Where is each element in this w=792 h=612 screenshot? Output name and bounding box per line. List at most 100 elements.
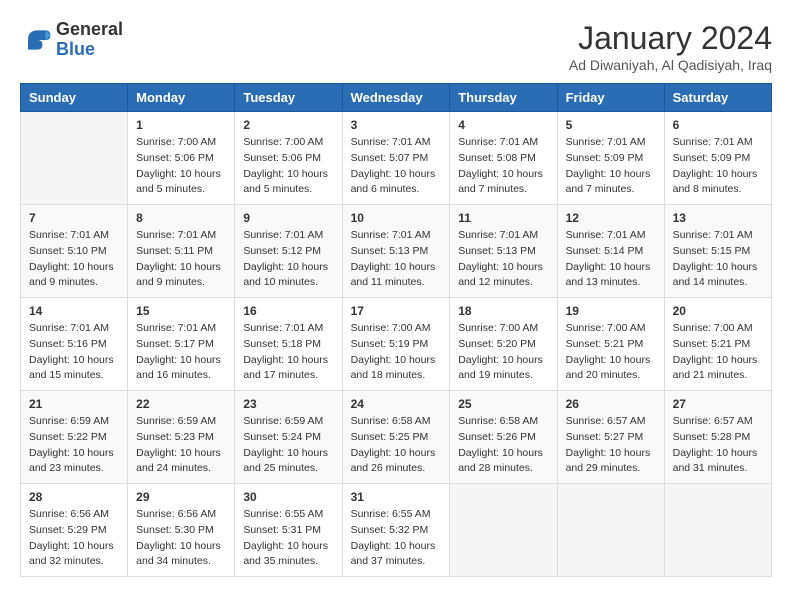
calendar-day-cell: 6 Sunrise: 7:01 AM Sunset: 5:09 PM Dayli… (664, 112, 771, 205)
day-info: Sunrise: 7:01 AM Sunset: 5:09 PM Dayligh… (566, 135, 656, 198)
sunset-text: Sunset: 5:30 PM (136, 524, 214, 536)
daylight-text: Daylight: 10 hours and 31 minutes. (673, 447, 758, 475)
daylight-text: Daylight: 10 hours and 32 minutes. (29, 540, 114, 568)
daylight-text: Daylight: 10 hours and 8 minutes. (673, 168, 758, 196)
sunset-text: Sunset: 5:21 PM (566, 338, 644, 350)
calendar-week-row: 7 Sunrise: 7:01 AM Sunset: 5:10 PM Dayli… (21, 205, 772, 298)
daylight-text: Daylight: 10 hours and 24 minutes. (136, 447, 221, 475)
sunrise-text: Sunrise: 7:00 AM (136, 136, 216, 148)
calendar-week-row: 1 Sunrise: 7:00 AM Sunset: 5:06 PM Dayli… (21, 112, 772, 205)
day-info: Sunrise: 7:01 AM Sunset: 5:18 PM Dayligh… (243, 321, 333, 384)
day-number: 19 (566, 304, 656, 318)
calendar-day-cell: 31 Sunrise: 6:55 AM Sunset: 5:32 PM Dayl… (342, 484, 450, 577)
day-info: Sunrise: 7:00 AM Sunset: 5:19 PM Dayligh… (351, 321, 442, 384)
day-number: 18 (458, 304, 548, 318)
calendar-day-cell: 5 Sunrise: 7:01 AM Sunset: 5:09 PM Dayli… (557, 112, 664, 205)
sunset-text: Sunset: 5:14 PM (566, 245, 644, 257)
sunset-text: Sunset: 5:21 PM (673, 338, 751, 350)
day-info: Sunrise: 7:01 AM Sunset: 5:16 PM Dayligh… (29, 321, 119, 384)
sunrise-text: Sunrise: 7:01 AM (458, 136, 538, 148)
day-number: 6 (673, 118, 763, 132)
calendar-day-cell (21, 112, 128, 205)
day-info: Sunrise: 7:01 AM Sunset: 5:11 PM Dayligh… (136, 228, 226, 291)
daylight-text: Daylight: 10 hours and 20 minutes. (566, 354, 651, 382)
day-number: 1 (136, 118, 226, 132)
logo: General Blue (20, 20, 123, 60)
day-info: Sunrise: 6:59 AM Sunset: 5:24 PM Dayligh… (243, 414, 333, 477)
weekday-header: Sunday (21, 84, 128, 112)
sunset-text: Sunset: 5:28 PM (673, 431, 751, 443)
calendar-day-cell: 2 Sunrise: 7:00 AM Sunset: 5:06 PM Dayli… (235, 112, 342, 205)
calendar-day-cell: 23 Sunrise: 6:59 AM Sunset: 5:24 PM Dayl… (235, 391, 342, 484)
day-info: Sunrise: 7:01 AM Sunset: 5:09 PM Dayligh… (673, 135, 763, 198)
calendar-day-cell: 29 Sunrise: 6:56 AM Sunset: 5:30 PM Dayl… (128, 484, 235, 577)
calendar-day-cell: 1 Sunrise: 7:00 AM Sunset: 5:06 PM Dayli… (128, 112, 235, 205)
daylight-text: Daylight: 10 hours and 6 minutes. (351, 168, 436, 196)
daylight-text: Daylight: 10 hours and 37 minutes. (351, 540, 436, 568)
calendar-day-cell: 19 Sunrise: 7:00 AM Sunset: 5:21 PM Dayl… (557, 298, 664, 391)
day-info: Sunrise: 7:00 AM Sunset: 5:06 PM Dayligh… (243, 135, 333, 198)
logo-line2: Blue (56, 40, 123, 60)
weekday-header: Saturday (664, 84, 771, 112)
calendar-day-cell: 11 Sunrise: 7:01 AM Sunset: 5:13 PM Dayl… (450, 205, 557, 298)
calendar-day-cell: 16 Sunrise: 7:01 AM Sunset: 5:18 PM Dayl… (235, 298, 342, 391)
day-number: 15 (136, 304, 226, 318)
sunrise-text: Sunrise: 6:59 AM (29, 415, 109, 427)
day-info: Sunrise: 7:01 AM Sunset: 5:10 PM Dayligh… (29, 228, 119, 291)
sunrise-text: Sunrise: 6:59 AM (243, 415, 323, 427)
day-info: Sunrise: 7:01 AM Sunset: 5:14 PM Dayligh… (566, 228, 656, 291)
sunrise-text: Sunrise: 7:01 AM (351, 136, 431, 148)
sunrise-text: Sunrise: 6:59 AM (136, 415, 216, 427)
calendar-day-cell: 24 Sunrise: 6:58 AM Sunset: 5:25 PM Dayl… (342, 391, 450, 484)
sunrise-text: Sunrise: 7:01 AM (566, 229, 646, 241)
sunrise-text: Sunrise: 7:00 AM (458, 322, 538, 334)
day-info: Sunrise: 7:01 AM Sunset: 5:12 PM Dayligh… (243, 228, 333, 291)
calendar-day-cell: 3 Sunrise: 7:01 AM Sunset: 5:07 PM Dayli… (342, 112, 450, 205)
daylight-text: Daylight: 10 hours and 34 minutes. (136, 540, 221, 568)
day-number: 4 (458, 118, 548, 132)
sunset-text: Sunset: 5:16 PM (29, 338, 107, 350)
sunrise-text: Sunrise: 7:00 AM (351, 322, 431, 334)
weekday-header: Tuesday (235, 84, 342, 112)
calendar-day-cell: 8 Sunrise: 7:01 AM Sunset: 5:11 PM Dayli… (128, 205, 235, 298)
daylight-text: Daylight: 10 hours and 16 minutes. (136, 354, 221, 382)
sunset-text: Sunset: 5:12 PM (243, 245, 321, 257)
sunrise-text: Sunrise: 7:01 AM (29, 229, 109, 241)
sunrise-text: Sunrise: 6:58 AM (351, 415, 431, 427)
calendar-day-cell: 13 Sunrise: 7:01 AM Sunset: 5:15 PM Dayl… (664, 205, 771, 298)
calendar-day-cell: 17 Sunrise: 7:00 AM Sunset: 5:19 PM Dayl… (342, 298, 450, 391)
day-info: Sunrise: 7:01 AM Sunset: 5:13 PM Dayligh… (458, 228, 548, 291)
calendar-day-cell: 20 Sunrise: 7:00 AM Sunset: 5:21 PM Dayl… (664, 298, 771, 391)
logo-text: General Blue (56, 20, 123, 60)
day-number: 30 (243, 490, 333, 504)
day-number: 10 (351, 211, 442, 225)
sunset-text: Sunset: 5:22 PM (29, 431, 107, 443)
sunrise-text: Sunrise: 7:01 AM (566, 136, 646, 148)
day-info: Sunrise: 7:00 AM Sunset: 5:21 PM Dayligh… (673, 321, 763, 384)
day-info: Sunrise: 7:00 AM Sunset: 5:21 PM Dayligh… (566, 321, 656, 384)
sunset-text: Sunset: 5:13 PM (351, 245, 429, 257)
day-info: Sunrise: 6:56 AM Sunset: 5:29 PM Dayligh… (29, 507, 119, 570)
day-info: Sunrise: 7:01 AM Sunset: 5:07 PM Dayligh… (351, 135, 442, 198)
day-info: Sunrise: 6:57 AM Sunset: 5:27 PM Dayligh… (566, 414, 656, 477)
day-number: 28 (29, 490, 119, 504)
sunrise-text: Sunrise: 6:56 AM (136, 508, 216, 520)
day-info: Sunrise: 6:59 AM Sunset: 5:22 PM Dayligh… (29, 414, 119, 477)
sunset-text: Sunset: 5:11 PM (136, 245, 213, 257)
daylight-text: Daylight: 10 hours and 5 minutes. (136, 168, 221, 196)
sunset-text: Sunset: 5:07 PM (351, 152, 429, 164)
day-number: 16 (243, 304, 333, 318)
daylight-text: Daylight: 10 hours and 19 minutes. (458, 354, 543, 382)
logo-icon (20, 24, 52, 56)
daylight-text: Daylight: 10 hours and 35 minutes. (243, 540, 328, 568)
sunset-text: Sunset: 5:31 PM (243, 524, 321, 536)
day-info: Sunrise: 6:55 AM Sunset: 5:31 PM Dayligh… (243, 507, 333, 570)
daylight-text: Daylight: 10 hours and 10 minutes. (243, 261, 328, 289)
daylight-text: Daylight: 10 hours and 9 minutes. (29, 261, 114, 289)
daylight-text: Daylight: 10 hours and 5 minutes. (243, 168, 328, 196)
daylight-text: Daylight: 10 hours and 7 minutes. (566, 168, 651, 196)
calendar-day-cell: 26 Sunrise: 6:57 AM Sunset: 5:27 PM Dayl… (557, 391, 664, 484)
sunset-text: Sunset: 5:19 PM (351, 338, 429, 350)
daylight-text: Daylight: 10 hours and 28 minutes. (458, 447, 543, 475)
day-info: Sunrise: 7:01 AM Sunset: 5:08 PM Dayligh… (458, 135, 548, 198)
